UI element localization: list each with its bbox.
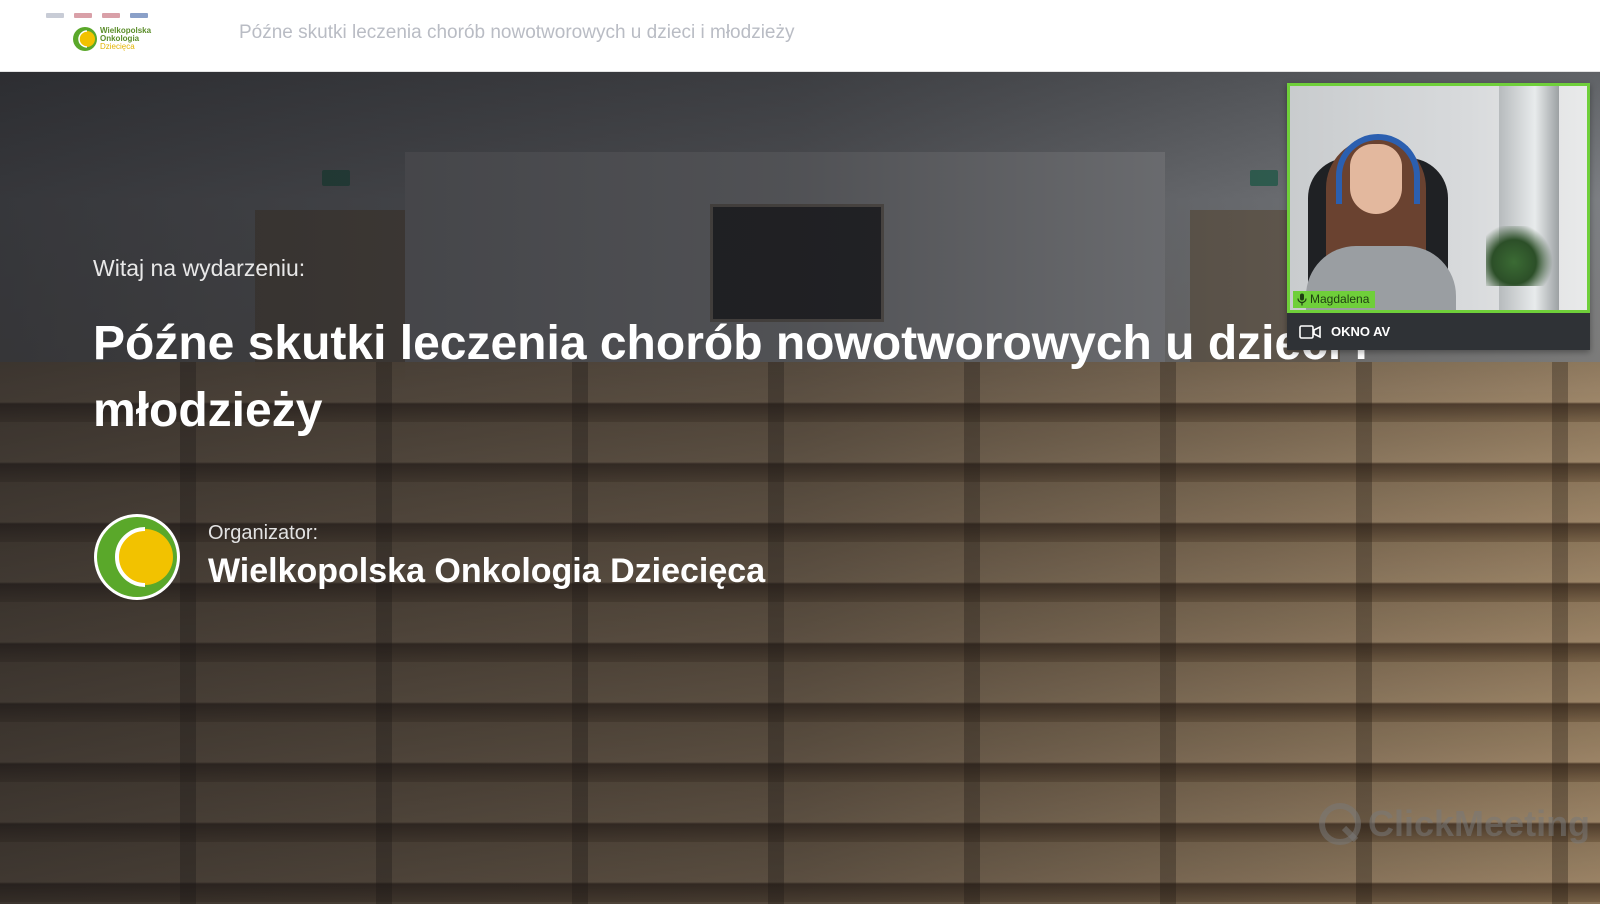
av-window-label: OKNO AV (1331, 324, 1391, 339)
participant-name: Magdalena (1310, 292, 1370, 306)
participant-video[interactable]: Magdalena (1287, 83, 1590, 313)
clickmeeting-watermark: ClickMeeting (1318, 802, 1590, 846)
organizer-name: Wielkopolska Onkologia Dziecięca (208, 552, 766, 590)
av-window[interactable]: Magdalena OKNO AV (1287, 83, 1590, 350)
video-background-plant (1486, 226, 1556, 286)
event-logo: Wielkopolska Onkologia Dziecięca (32, 8, 178, 60)
clickmeeting-logo-icon (1319, 803, 1361, 845)
camera-icon[interactable] (1299, 324, 1321, 339)
top-bar: Wielkopolska Onkologia Dziecięca Późne s… (0, 0, 1600, 72)
event-title: Późne skutki leczenia chorób nowotworowy… (93, 317, 1368, 437)
logo-text: Wielkopolska Onkologia Dziecięca (100, 26, 152, 51)
watermark-brand: ClickMeeting (1368, 803, 1591, 844)
logo-mark-icon (73, 27, 97, 51)
av-window-bar[interactable]: OKNO AV (1287, 313, 1590, 350)
participant-name-tag: Magdalena (1293, 291, 1376, 308)
organizer-label: Organizator: (208, 522, 319, 544)
page-title: Późne skutki leczenia chorób nowotworowy… (239, 22, 795, 43)
sponsor-logos-strip (46, 13, 164, 19)
organizer-logo-icon (94, 514, 180, 600)
participant-headset (1336, 134, 1420, 204)
welcome-label: Witaj na wydarzeniu: (93, 255, 306, 281)
microphone-icon (1297, 293, 1307, 306)
